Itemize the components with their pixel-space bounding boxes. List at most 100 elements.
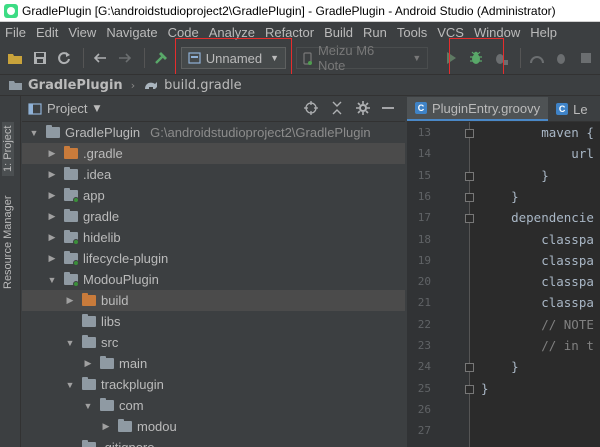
forward-button[interactable] [114,47,136,69]
class-icon: C [556,103,569,115]
menu-edit[interactable]: Edit [31,25,63,40]
toolbar-separator [519,48,521,68]
tree-row[interactable]: ▶ build [22,290,405,311]
tree-item-label: libs [101,314,121,329]
fold-marker-icon[interactable] [465,363,474,373]
editor-tab-pluginentry[interactable]: C PluginEntry.groovy [407,97,549,121]
menu-navigate[interactable]: Navigate [101,25,162,40]
chevron-down-icon: ▼ [412,53,422,63]
toolbar-separator [83,48,85,68]
chevron-right-icon[interactable]: ▶ [64,295,76,306]
device-select[interactable]: Meizu M6 Note ▼ [296,43,429,73]
code-line: dependencie [481,210,594,226]
chevron-right-icon[interactable]: ▶ [46,169,58,180]
breadcrumb-project[interactable]: GradlePlugin [8,78,123,93]
save-button[interactable] [29,47,51,69]
tree-item-label: main [119,356,148,371]
tree-row[interactable]: ▼ ModouPlugin [22,269,405,290]
collapse-all-icon[interactable] [329,100,345,116]
code-line: } [481,380,489,396]
fold-marker-icon[interactable] [465,384,474,394]
chevron-down-icon[interactable]: ▼ [64,338,76,348]
menu-tools[interactable]: Tools [392,25,432,40]
folder-icon [100,398,114,411]
apply-changes-button[interactable] [550,47,572,69]
module-badge-icon [73,239,79,245]
gear-icon[interactable] [355,100,371,116]
project-view-select[interactable]: Project [47,101,87,116]
menu-help[interactable]: Help [525,25,562,40]
chevron-down-icon[interactable]: ▼ [82,401,94,411]
tree-item-label: src [101,335,119,350]
device-label: Meizu M6 Note [317,43,375,73]
tree-row[interactable]: ▶ app [22,185,405,206]
line-number: 24 [417,360,431,374]
module-folder-icon [64,230,79,245]
menu-file[interactable]: File [0,25,31,40]
fold-marker-icon[interactable] [465,192,474,202]
tree-row[interactable]: ▼ GradlePlugin G:\androidstudioproject2\Gr… [22,122,405,143]
line-number: 14 [417,147,431,161]
tree-row[interactable]: libs [22,311,405,332]
chevron-right-icon[interactable]: ▶ [100,421,112,432]
code-line: url [481,146,594,162]
sync-button[interactable] [54,47,76,69]
hide-panel-icon[interactable] [381,100,395,116]
menu-run[interactable]: Run [358,25,392,40]
project-tool-tab[interactable]: 1: Project [2,121,14,176]
module-badge-icon [73,260,79,266]
module-folder-icon [64,272,79,287]
chevron-right-icon[interactable]: ▶ [46,148,58,159]
resource-manager-tab[interactable]: Resource Manager [2,195,14,289]
tree-row[interactable]: ▶ lifecycle-plugin [22,248,405,269]
fold-marker-icon[interactable] [465,171,474,181]
line-number: 27 [417,424,431,438]
fold-marker-icon[interactable] [465,214,474,224]
code-line: classpa [481,274,594,290]
folder-icon [82,440,96,447]
tree-row[interactable]: ▼ src [22,332,405,353]
fold-marker-icon[interactable] [465,129,474,138]
line-number: 22 [417,317,431,331]
tree-row[interactable]: ▼ trackplugin [22,374,405,395]
stop-button[interactable] [575,47,597,69]
breadcrumb-project-label: GradlePlugin [28,77,123,93]
chevron-right-icon[interactable]: ▶ [82,358,94,369]
chevron-right-icon[interactable]: ▶ [46,232,58,243]
tree-row[interactable]: ▶ main [22,353,405,374]
tree-row[interactable]: ▶ .idea [22,164,405,185]
chevron-down-icon[interactable]: ▼ [64,380,76,390]
tree-row[interactable]: ▶ gradle [22,206,405,227]
tree-row[interactable]: ▶ .gradle [22,143,405,164]
chevron-down-icon[interactable]: ▼ [28,128,40,138]
make-project-button[interactable] [150,47,172,69]
menu-build[interactable]: Build [319,25,358,40]
line-number: 26 [417,402,431,416]
folder-icon [82,293,96,306]
line-number: 21 [417,296,431,310]
tree-row[interactable]: .gitignore [22,437,405,447]
folder-icon [64,167,78,180]
back-button[interactable] [89,47,111,69]
chevron-right-icon[interactable]: ▶ [46,253,58,264]
window-title: GradlePlugin [G:\androidstudioproject2\G… [22,3,556,18]
folder-icon [118,419,132,432]
breadcrumb-file[interactable]: build.gradle [143,78,242,93]
editor-tab-second[interactable]: C Le [548,97,595,121]
groovy-class-icon: C [415,102,427,114]
menu-view[interactable]: View [63,25,101,40]
line-number: 13 [417,126,431,139]
tree-row[interactable]: ▶ modou [22,416,405,437]
chevron-down-icon[interactable]: ▼ [46,275,58,285]
profile-button[interactable] [526,47,548,69]
tree-row[interactable]: ▶ hidelib [22,227,405,248]
resource-manager-tab-label: Resource Manager [2,195,14,289]
tree-item-label: trackplugin [101,377,164,392]
locate-target-icon[interactable] [303,100,319,116]
chevron-right-icon[interactable]: ▶ [46,211,58,222]
tree-row[interactable]: ▼ com [22,395,405,416]
open-folder-button[interactable] [4,47,26,69]
chevron-right-icon[interactable]: ▶ [46,190,58,201]
tree-item-label: .gitignore [101,440,154,447]
code-line: // NOTE [481,316,594,332]
